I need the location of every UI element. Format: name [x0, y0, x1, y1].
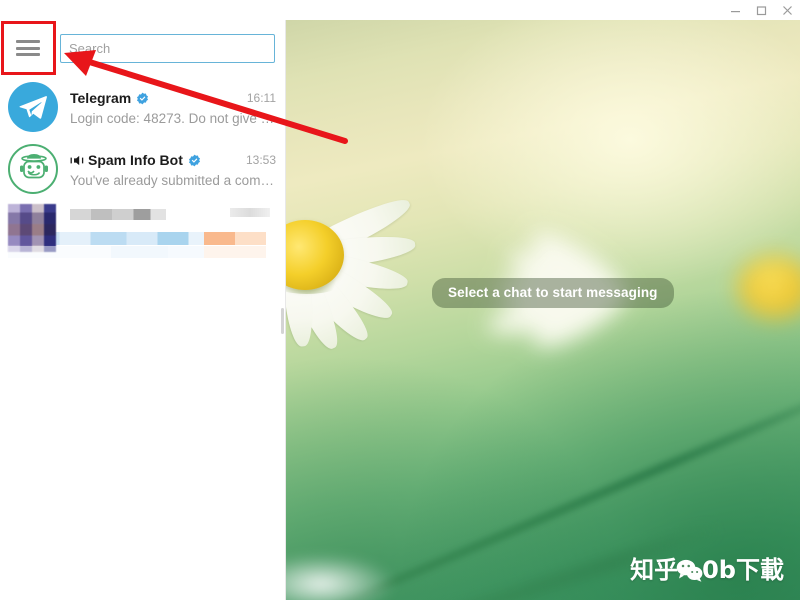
bottom-petal-blur [286, 554, 396, 600]
chat-title [70, 209, 166, 220]
list-item-content: Spam Info Bot 13:53 You've already submi… [70, 150, 276, 188]
chat-list: Telegram 16:11 Login code: 48273. Do not… [0, 76, 285, 334]
maximize-button[interactable] [748, 0, 774, 20]
chat-timestamp: 13:53 [245, 153, 276, 167]
watermark: 知乎 0b下載 [630, 558, 784, 582]
wechat-bubbles-icon [676, 558, 703, 582]
foreground-daisy-graphic [286, 150, 504, 390]
chat-preview: You've already submitted a comp… [70, 173, 276, 188]
list-item[interactable] [0, 200, 285, 258]
empty-state-label: Select a chat to start messaging [432, 278, 674, 308]
list-item-content: Telegram 16:11 Login code: 48273. Do not… [70, 88, 276, 126]
search-field-wrapper [60, 34, 275, 63]
telegram-plane-icon [19, 96, 47, 119]
muted-speaker-icon [70, 155, 84, 166]
verified-badge-icon [136, 92, 149, 105]
chat-preview-shadow [8, 246, 266, 258]
close-button[interactable] [774, 0, 800, 20]
chat-timestamp [230, 207, 270, 217]
telegram-desktop-window: Telegram 16:11 Login code: 48273. Do not… [0, 0, 800, 600]
watermark-zhihu-text: 知乎 [630, 556, 679, 584]
chat-title: Spam Info Bot [88, 152, 183, 168]
window-titlebar [0, 0, 800, 20]
chat-list-scrollbar[interactable] [281, 308, 284, 334]
list-item[interactable]: Telegram 16:11 Login code: 48273. Do not… [0, 76, 285, 138]
chats-sidebar: Telegram 16:11 Login code: 48273. Do not… [0, 20, 286, 600]
chat-preview: Login code: 48273. Do not give thi… [70, 111, 276, 126]
conversation-empty-pane: Select a chat to start messaging 知乎 0b下載 [286, 20, 800, 600]
hamburger-menu-button[interactable] [0, 20, 56, 76]
hamburger-icon [16, 40, 40, 56]
watermark-tail-text: 0b下載 [702, 556, 784, 584]
sidebar-toolbar [0, 20, 285, 76]
minimize-button[interactable] [722, 0, 748, 20]
bot-sheriff-icon [20, 154, 48, 179]
avatar [8, 204, 56, 252]
search-input[interactable] [60, 34, 275, 63]
verified-badge-icon [188, 154, 201, 167]
avatar [8, 144, 58, 194]
avatar [8, 82, 58, 132]
chat-title: Telegram [70, 90, 132, 106]
list-item-content [8, 204, 276, 258]
list-item[interactable]: Spam Info Bot 13:53 You've already submi… [0, 138, 285, 200]
chat-timestamp: 16:11 [246, 91, 276, 105]
